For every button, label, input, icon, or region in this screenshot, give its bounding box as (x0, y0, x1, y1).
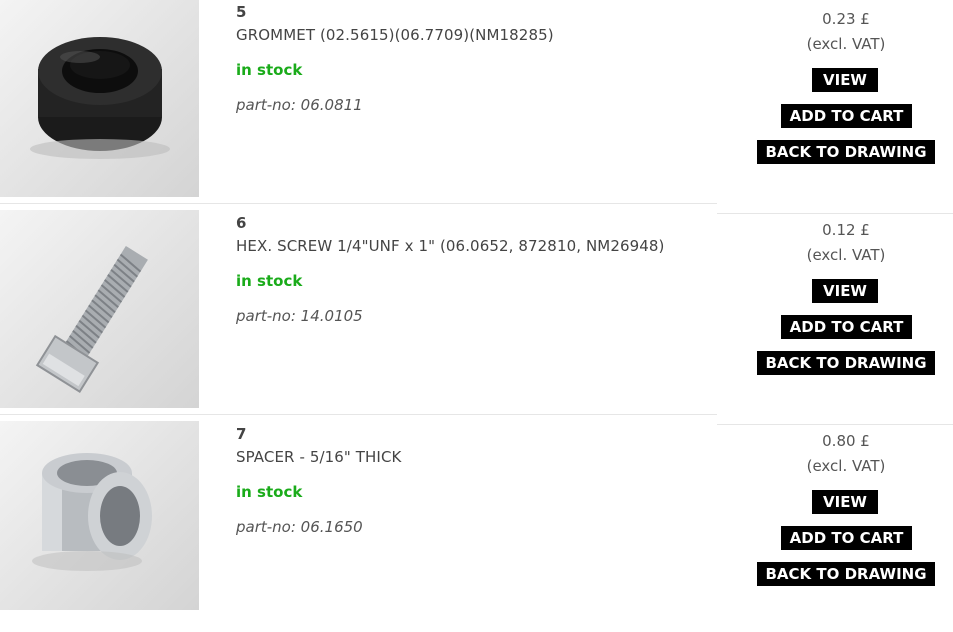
product-row: 7 SPACER - 5/16" THICK in stock part-no:… (0, 421, 953, 632)
stock-status: in stock (236, 272, 303, 290)
back-to-drawing-button[interactable]: BACK TO DRAWING (757, 140, 935, 164)
hex-screw-photo[interactable] (0, 210, 199, 408)
part-number: part-no: 14.0105 (236, 307, 363, 325)
vat-note: (excl. VAT) (806, 246, 886, 264)
item-number: 7 (236, 425, 247, 443)
item-number: 5 (236, 3, 247, 21)
view-button[interactable]: VIEW (812, 490, 878, 514)
row-divider (0, 414, 717, 415)
vat-note: (excl. VAT) (806, 457, 886, 475)
stock-status: in stock (236, 61, 303, 79)
product-title[interactable]: HEX. SCREW 1/4"UNF x 1" (06.0652, 872810… (236, 237, 665, 255)
back-to-drawing-button[interactable]: BACK TO DRAWING (757, 351, 935, 375)
back-to-drawing-button[interactable]: BACK TO DRAWING (757, 562, 935, 586)
grommet-photo[interactable] (0, 0, 199, 197)
price: 0.12 £ (822, 221, 870, 239)
add-to-cart-button[interactable]: ADD TO CART (781, 315, 912, 339)
vat-note: (excl. VAT) (806, 35, 886, 53)
part-number: part-no: 06.0811 (236, 96, 363, 114)
price: 0.80 £ (822, 432, 870, 450)
product-title[interactable]: GROMMET (02.5615)(06.7709)(NM18285) (236, 26, 554, 44)
add-to-cart-button[interactable]: ADD TO CART (781, 526, 912, 550)
product-row: 6 HEX. SCREW 1/4"UNF x 1" (06.0652, 8728… (0, 210, 953, 425)
product-row: 5 GROMMET (02.5615)(06.7709)(NM18285) in… (0, 0, 953, 214)
price: 0.23 £ (822, 10, 870, 28)
product-title[interactable]: SPACER - 5/16" THICK (236, 448, 401, 466)
view-button[interactable]: VIEW (812, 68, 878, 92)
spacer-photo[interactable] (0, 421, 199, 610)
view-button[interactable]: VIEW (812, 279, 878, 303)
item-number: 6 (236, 214, 247, 232)
row-divider (0, 203, 717, 204)
stock-status: in stock (236, 483, 303, 501)
part-number: part-no: 06.1650 (236, 518, 363, 536)
add-to-cart-button[interactable]: ADD TO CART (781, 104, 912, 128)
